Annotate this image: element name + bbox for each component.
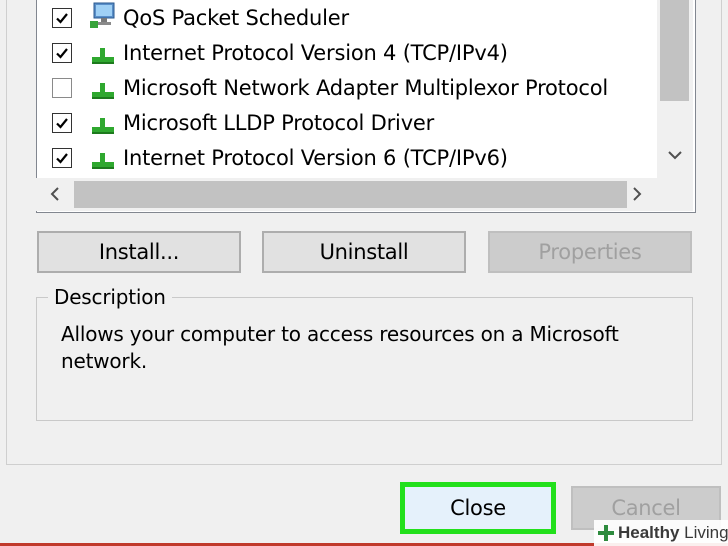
list-item[interactable]: Microsoft LLDP Protocol Driver <box>36 106 657 140</box>
checkbox-unchecked[interactable] <box>52 78 72 98</box>
watermark: Healthy Living <box>594 520 728 546</box>
scroll-left-icon[interactable] <box>46 185 64 203</box>
close-button[interactable]: Close <box>400 482 556 534</box>
checkbox-checked[interactable] <box>52 43 72 63</box>
list-item[interactable]: Microsoft Network Adapter Multiplexor Pr… <box>36 71 657 105</box>
protocol-icon <box>92 48 114 64</box>
components-list-viewport: QoS Packet Scheduler Internet Protocol V… <box>36 0 657 178</box>
list-item-label: Microsoft Network Adapter Multiplexor Pr… <box>123 76 608 100</box>
protocol-icon <box>92 153 114 169</box>
properties-button[interactable]: Properties <box>488 231 692 273</box>
checkbox-checked[interactable] <box>52 8 72 28</box>
vertical-scroll-thumb[interactable] <box>660 0 689 101</box>
list-item[interactable]: Internet Protocol Version 6 (TCP/IPv6) <box>36 141 657 175</box>
list-item-label: Internet Protocol Version 4 (TCP/IPv4) <box>123 41 508 65</box>
checkmark-icon <box>56 153 68 164</box>
description-title: Description <box>48 285 172 309</box>
protocol-icon <box>92 83 114 99</box>
checkmark-icon <box>56 118 68 129</box>
list-item-label: Microsoft LLDP Protocol Driver <box>123 111 435 135</box>
vertical-scrollbar[interactable] <box>657 0 693 178</box>
checkmark-icon <box>56 13 68 24</box>
checkmark-icon <box>56 48 68 59</box>
watermark-brand-rest: Living <box>679 523 728 542</box>
checkbox-checked[interactable] <box>52 148 72 168</box>
scroll-down-icon[interactable] <box>666 146 684 164</box>
list-item[interactable]: Internet Protocol Version 4 (TCP/IPv4) <box>36 36 657 70</box>
description-text: Allows your computer to access resources… <box>61 322 619 373</box>
network-service-icon <box>90 2 115 28</box>
horizontal-scroll-thumb[interactable] <box>74 181 627 208</box>
leaf-cross-icon <box>598 525 614 541</box>
list-item-label: QoS Packet Scheduler <box>123 6 349 30</box>
list-item-label: Internet Protocol Version 6 (TCP/IPv6) <box>123 146 508 170</box>
protocol-icon <box>92 118 114 134</box>
list-item[interactable]: QoS Packet Scheduler <box>36 1 657 35</box>
uninstall-button[interactable]: Uninstall <box>262 231 466 273</box>
install-button[interactable]: Install... <box>37 231 241 273</box>
scrollbar-corner <box>657 178 693 211</box>
checkbox-checked[interactable] <box>52 113 72 133</box>
watermark-brand-bold: Healthy <box>618 523 680 542</box>
scroll-right-icon[interactable] <box>628 185 646 203</box>
horizontal-scrollbar[interactable] <box>36 178 657 211</box>
